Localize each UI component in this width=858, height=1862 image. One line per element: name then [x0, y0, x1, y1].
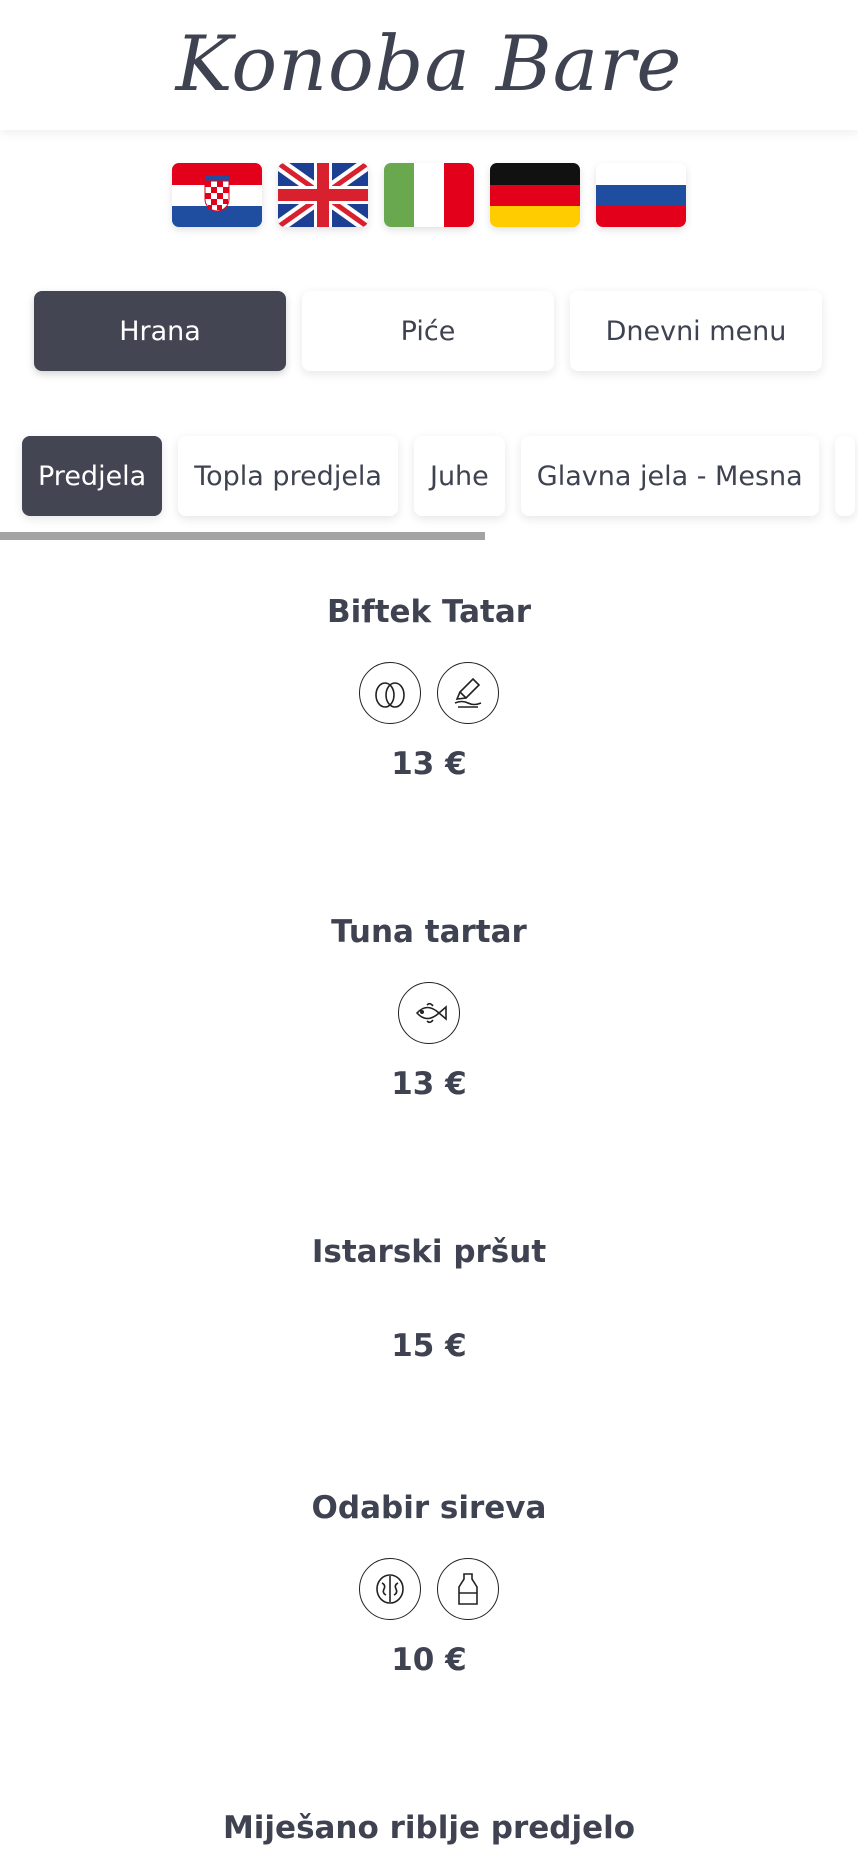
category-scrollbar[interactable]: [0, 532, 485, 540]
category-tabs: Predjela Topla predjela Juhe Glavna jela…: [22, 436, 855, 516]
tab-pice[interactable]: Piće: [302, 291, 554, 371]
item-price: 10 €: [391, 1642, 467, 1678]
item-name: Odabir sireva: [311, 1490, 547, 1526]
item-price: 13 €: [391, 1066, 467, 1102]
category-tab-glavna-jela-mesna[interactable]: Glavna jela - Mesna: [520, 436, 819, 516]
item-price: 13 €: [391, 746, 467, 782]
language-selector: [0, 163, 858, 227]
header: Konoba Bare: [0, 0, 858, 130]
tab-dnevni-menu[interactable]: Dnevni menu: [570, 291, 822, 371]
item-name: Istarski pršut: [311, 1234, 547, 1270]
category-tab-next[interactable]: [834, 436, 855, 516]
item-name: Biftek Tatar: [326, 594, 532, 630]
milk-icon: [437, 1558, 499, 1620]
menu-item: Istarski pršut 15 €: [0, 1230, 858, 1368]
menu-item: Odabir sireva 10 €: [0, 1486, 858, 1682]
restaurant-logo: Konoba Bare: [175, 18, 683, 108]
mustard-icon: [437, 662, 499, 724]
egg-icon: [359, 662, 421, 724]
menu-item: Biftek Tatar 13 €: [0, 590, 858, 786]
tab-hrana[interactable]: Hrana: [34, 291, 286, 371]
allergen-list: [0, 662, 858, 726]
germany-flag-icon[interactable]: [490, 163, 580, 227]
item-price: 15 €: [391, 1328, 467, 1364]
category-tab-juhe[interactable]: Juhe: [413, 436, 505, 516]
nuts-icon: [359, 1558, 421, 1620]
uk-flag-icon[interactable]: [278, 163, 368, 227]
item-name: Tuna tartar: [331, 914, 527, 950]
item-name: Miješano riblje predjelo: [222, 1810, 636, 1846]
main-menu-tabs: Hrana Piće Dnevni menu: [34, 291, 822, 371]
italy-flag-icon[interactable]: [384, 163, 474, 227]
category-tab-predjela[interactable]: Predjela: [22, 436, 163, 516]
menu-item: Tuna tartar 13 €: [0, 910, 858, 1106]
allergen-list: [0, 1558, 858, 1622]
allergen-list: [0, 982, 858, 1046]
croatia-flag-icon[interactable]: [172, 163, 262, 227]
fish-icon: [398, 982, 460, 1044]
menu-item: Miješano riblje predjelo: [0, 1806, 858, 1850]
category-tab-topla-predjela[interactable]: Topla predjela: [178, 436, 398, 516]
russia-flag-icon[interactable]: [596, 163, 686, 227]
